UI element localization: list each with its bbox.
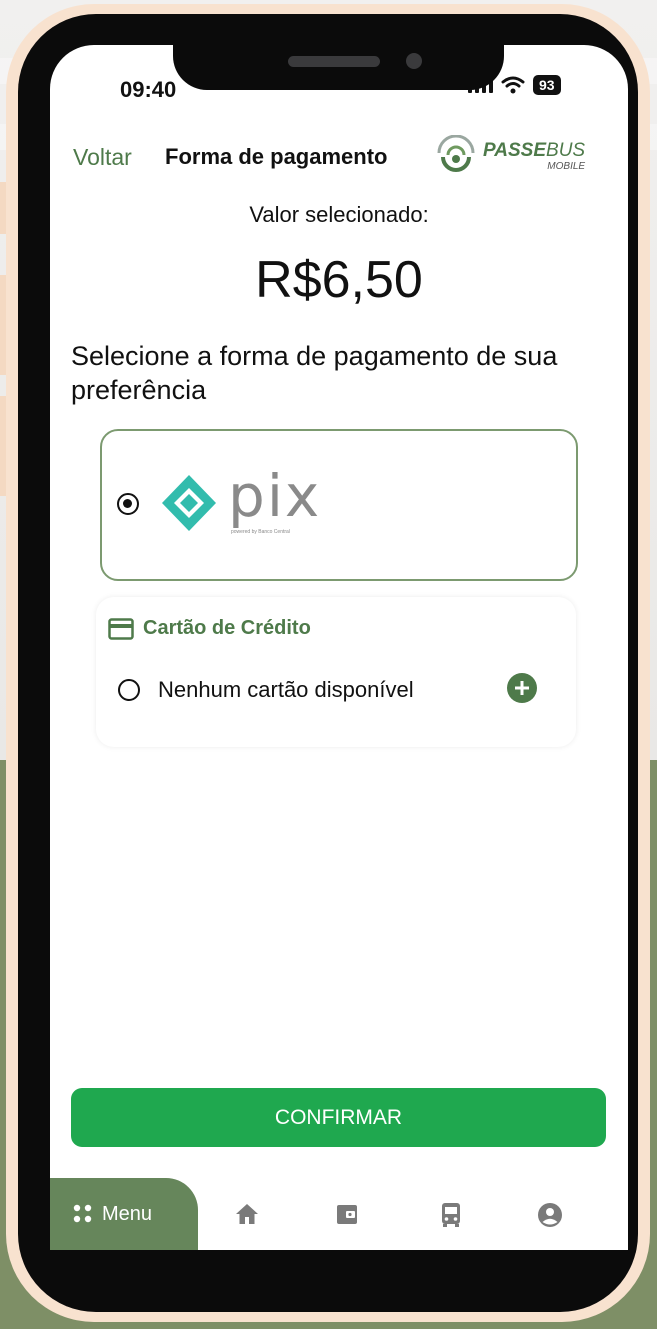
app-screen: 09:40 93 Voltar Forma de pagamento PASSE… bbox=[50, 45, 628, 1250]
selected-amount: R$6,50 bbox=[255, 251, 423, 309]
menu-tab[interactable]: Menu bbox=[50, 1178, 198, 1250]
passebus-emblem-icon bbox=[437, 135, 475, 172]
passebus-logo: PASSEBUS MOBILE bbox=[435, 135, 585, 177]
plus-icon bbox=[515, 681, 529, 695]
phone-speaker bbox=[288, 56, 380, 67]
credit-card-icon bbox=[108, 617, 134, 640]
logo-text-light: BUS bbox=[546, 139, 586, 161]
logo-text-bold: PASSE bbox=[483, 139, 547, 161]
page-title: Forma de pagamento bbox=[165, 144, 388, 169]
battery-indicator: 93 bbox=[533, 75, 561, 95]
wifi-icon bbox=[501, 76, 525, 94]
selected-value-label: Valor selecionado: bbox=[249, 202, 429, 227]
pix-logo-tagline: powered by Banco Central bbox=[231, 529, 290, 535]
bottom-navigation: Menu bbox=[50, 1178, 628, 1250]
phone-camera bbox=[406, 53, 422, 69]
menu-label: Menu bbox=[102, 1202, 153, 1225]
home-icon[interactable] bbox=[234, 1202, 260, 1226]
confirm-button[interactable]: CONFIRMAR bbox=[71, 1088, 606, 1147]
credit-card-section: Cartão de Crédito Nenhum cartão disponív… bbox=[96, 597, 576, 747]
credit-card-header: Cartão de Crédito bbox=[108, 617, 311, 640]
no-card-label: Nenhum cartão disponível bbox=[158, 677, 414, 702]
payment-method-prompt: Selecione a forma de pagamento de sua pr… bbox=[71, 341, 558, 405]
grid-dots-icon bbox=[73, 1204, 92, 1223]
pix-option-card[interactable]: pix powered by Banco Central bbox=[100, 429, 578, 581]
status-time: 09:40 bbox=[120, 77, 177, 102]
pix-logo-text: pix bbox=[228, 462, 322, 530]
back-button[interactable]: Voltar bbox=[73, 144, 132, 171]
pix-radio[interactable] bbox=[117, 493, 139, 515]
credit-card-title: Cartão de Crédito bbox=[143, 617, 311, 639]
add-card-button[interactable] bbox=[507, 673, 537, 703]
bus-icon[interactable] bbox=[439, 1202, 463, 1228]
profile-icon[interactable] bbox=[537, 1202, 563, 1228]
logo-subtitle: MOBILE bbox=[547, 160, 586, 172]
wallet-icon[interactable] bbox=[335, 1202, 359, 1226]
credit-card-radio[interactable] bbox=[118, 679, 140, 701]
pix-diamond-icon bbox=[162, 475, 216, 531]
